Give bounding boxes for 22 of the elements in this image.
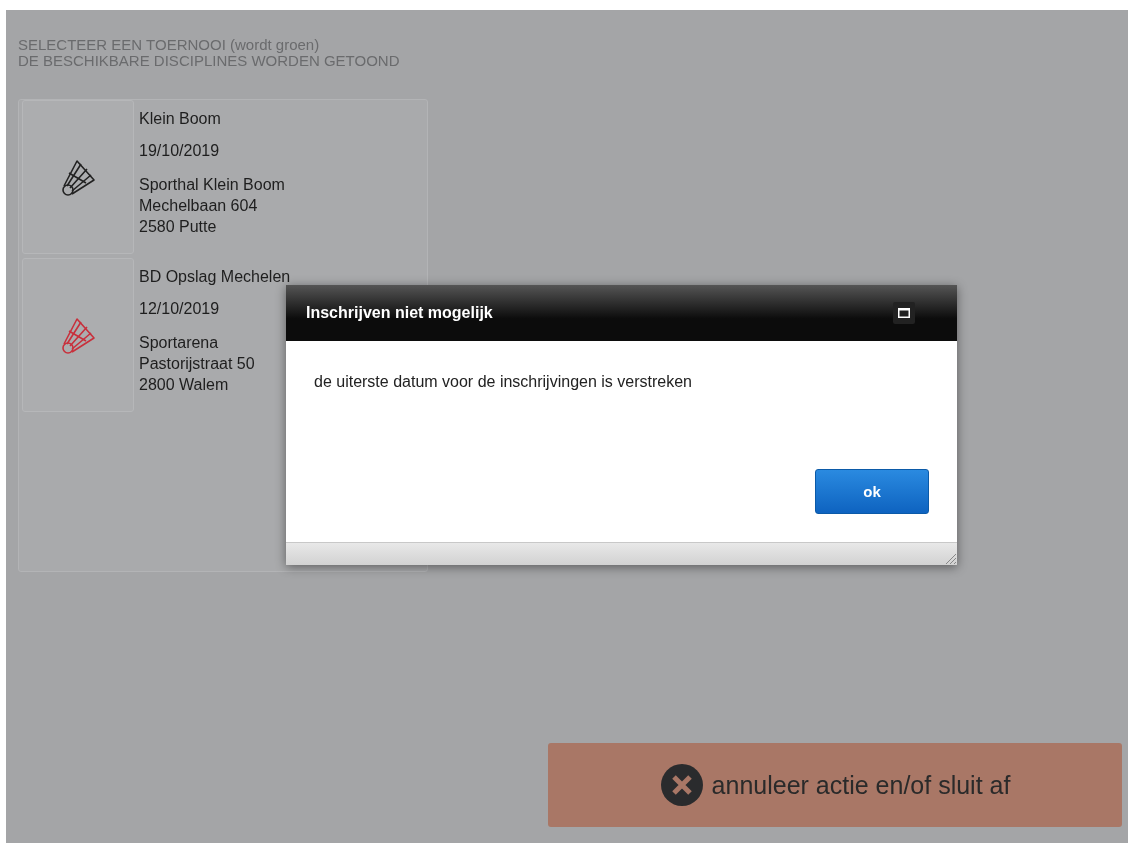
resize-grip-icon[interactable] bbox=[943, 551, 957, 565]
address-line: Sportarena bbox=[139, 333, 220, 353]
tournament-date: 19/10/2019 bbox=[139, 142, 221, 160]
tournament-name: Klein Boom bbox=[139, 110, 222, 128]
address-line: 2580 Putte bbox=[139, 217, 218, 237]
address-line: Mechelbaan 604 bbox=[139, 196, 259, 216]
maximize-button[interactable] bbox=[893, 302, 915, 324]
address-line: Sporthal Klein Boom bbox=[139, 175, 285, 195]
tournament-icon-tile[interactable] bbox=[22, 100, 134, 254]
tournament-icon-tile[interactable] bbox=[22, 258, 134, 412]
instruction-text: DE BESCHIKBARE DISCIPLINES WORDEN GETOOND bbox=[18, 53, 401, 69]
dialog-title: Inschrijven niet mogelijk bbox=[306, 304, 493, 322]
tournament-date: 12/10/2019 bbox=[139, 300, 221, 318]
address-line: 2800 Walem bbox=[139, 375, 230, 395]
close-icon bbox=[659, 763, 704, 807]
instruction-text: SELECTEER EEN TOERNOOI (wordt groen) bbox=[18, 37, 321, 53]
ok-button[interactable]: ok bbox=[815, 469, 929, 514]
maximize-icon[interactable] bbox=[898, 308, 910, 318]
cancel-close-button[interactable]: annuleer actie en/of sluit af bbox=[548, 743, 1122, 827]
dialog-message: de uiterste datum voor de inschrijvingen is verstreken bbox=[314, 373, 693, 391]
tournament-name: BD Opslag Mechelen bbox=[139, 268, 291, 286]
address-line: Pastorijstraat 50 bbox=[139, 354, 256, 374]
